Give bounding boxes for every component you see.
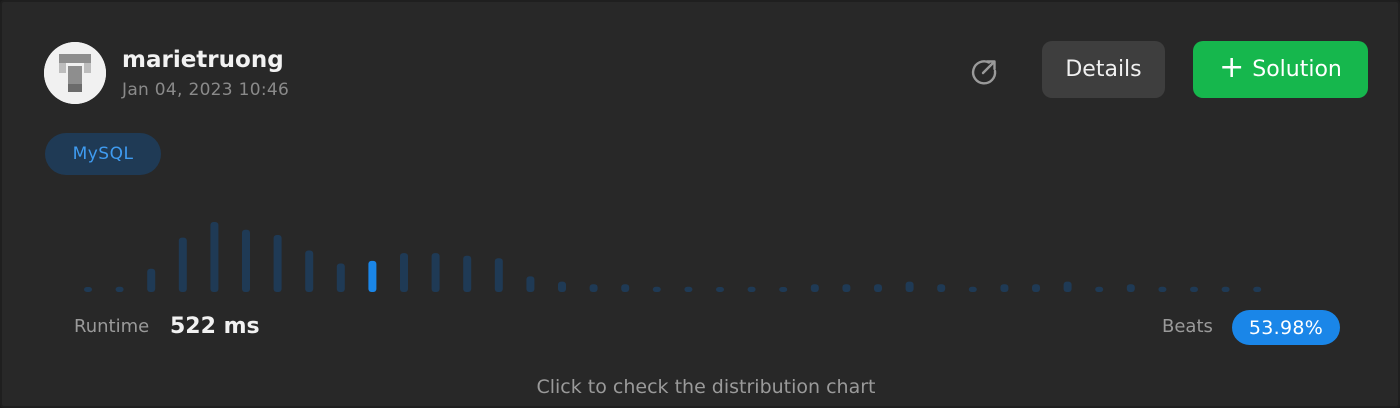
chart-bar[interactable] (431, 253, 440, 292)
chart-bar[interactable] (273, 235, 282, 292)
chart-bar[interactable] (842, 284, 851, 292)
avatar-image (44, 42, 106, 104)
chart-bar[interactable] (1095, 286, 1104, 292)
chart-bar[interactable] (810, 284, 819, 292)
chart-bar[interactable] (336, 263, 345, 293)
runtime-value: 522 ms (170, 314, 260, 339)
details-button[interactable]: Details (1042, 41, 1165, 98)
details-label: Details (1065, 57, 1142, 82)
chart-bar[interactable] (210, 222, 219, 292)
chart-bar[interactable] (400, 253, 408, 292)
chart-bar[interactable] (1221, 286, 1230, 292)
beats-percentage-badge: 53.98% (1232, 310, 1340, 345)
chart-bar[interactable] (178, 237, 187, 292)
chart-bar[interactable] (747, 286, 756, 292)
chart-bar[interactable] (1032, 284, 1040, 292)
chart-bar[interactable] (558, 281, 566, 292)
chart-bar[interactable] (115, 286, 124, 292)
share-icon (971, 60, 997, 85)
solution-label: Solution (1252, 57, 1342, 82)
chart-bar[interactable] (526, 276, 535, 292)
chart-bar[interactable] (874, 284, 882, 292)
submission-timestamp: Jan 04, 2023 10:46 (122, 80, 290, 100)
chart-bar[interactable] (621, 284, 630, 292)
user-avatar[interactable] (44, 42, 106, 104)
share-button[interactable] (966, 54, 1002, 90)
chart-bar[interactable] (494, 258, 503, 292)
username[interactable]: marietruong (122, 46, 284, 74)
chart-bar[interactable] (652, 286, 661, 292)
chart-bar[interactable] (1253, 286, 1262, 292)
chart-bar[interactable] (905, 281, 914, 292)
chart-bar[interactable] (1190, 286, 1198, 292)
chart-bar[interactable] (463, 255, 472, 292)
chart-bar[interactable] (684, 286, 693, 292)
chart-bar[interactable] (589, 284, 598, 292)
chart-bar[interactable] (147, 268, 156, 292)
chart-bar[interactable] (1000, 284, 1009, 292)
chart-bar[interactable] (716, 287, 724, 292)
language-tag[interactable]: MySQL (45, 133, 161, 175)
submission-card: marietruong Jan 04, 2023 10:46 Details +… (0, 0, 1400, 408)
chart-bar[interactable] (968, 286, 977, 292)
chart-bar[interactable] (1063, 281, 1072, 292)
chart-bar[interactable] (1126, 284, 1135, 292)
beats-label: Beats (1162, 316, 1213, 337)
chart-bar[interactable] (84, 287, 92, 292)
runtime-distribution-chart[interactable] (2, 202, 1400, 302)
plus-icon: + (1219, 50, 1245, 85)
chart-bar[interactable] (242, 229, 250, 292)
chart-bar[interactable] (779, 287, 788, 292)
solution-button[interactable]: + Solution (1193, 41, 1368, 98)
runtime-label: Runtime (74, 316, 150, 337)
distribution-chart-hint[interactable]: Click to check the distribution chart (2, 374, 1400, 400)
chart-bar[interactable] (305, 250, 314, 293)
chart-bar-current[interactable] (368, 260, 377, 292)
chart-bar[interactable] (1158, 286, 1167, 292)
chart-bar[interactable] (937, 284, 946, 292)
